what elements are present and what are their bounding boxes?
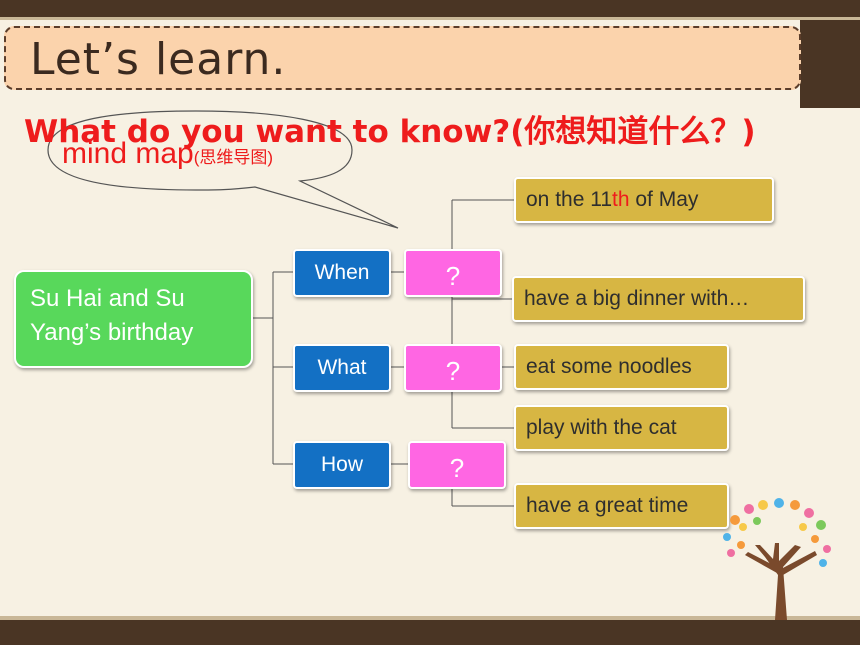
question-mark-when: ? bbox=[404, 249, 502, 297]
branch-how: How bbox=[293, 441, 391, 489]
root-node: Su Hai and Su Yang’s birthday bbox=[14, 270, 253, 368]
answer-when-post: of May bbox=[629, 188, 699, 211]
answer-dinner: have a big dinner with… bbox=[512, 276, 805, 322]
answer-cat: play with the cat bbox=[514, 405, 729, 451]
answer-when: on the 11th of May bbox=[514, 177, 774, 223]
answer-noodles: eat some noodles bbox=[514, 344, 729, 390]
answer-when-pre: on the 11 bbox=[526, 188, 613, 211]
branch-when: When bbox=[293, 249, 391, 297]
question-mark-how: ? bbox=[408, 441, 506, 489]
branch-what: What bbox=[293, 344, 391, 392]
answer-great-time: have a great time bbox=[514, 483, 729, 529]
answer-when-suffix: th bbox=[612, 188, 630, 211]
tree-icon bbox=[723, 498, 831, 620]
question-mark-what: ? bbox=[404, 344, 502, 392]
